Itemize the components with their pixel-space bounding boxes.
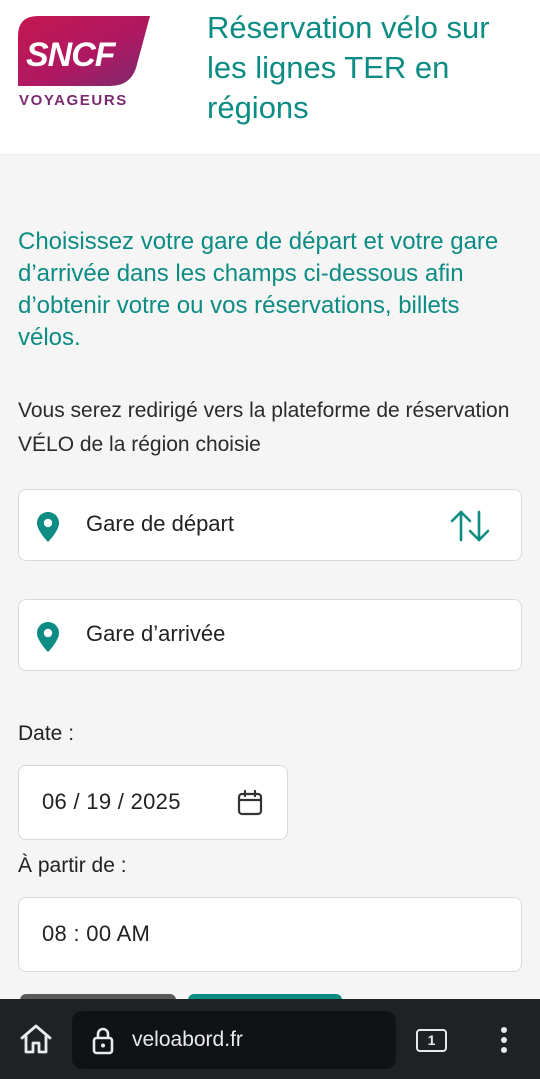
sncf-logo-mark: SNCF [18,16,150,86]
intro-text: Choisissez votre gare de départ et votre… [18,228,499,351]
url-text: veloabord.fr [132,1028,243,1051]
arrival-placeholder: Gare d’arrivée [86,621,226,646]
address-bar[interactable]: veloabord.fr [72,1011,396,1069]
sncf-logo[interactable]: SNCF VOYAGEURS [18,16,150,112]
redirect-note: Vous serez redirigé vers la plateforme d… [18,399,510,456]
home-icon[interactable] [19,1023,53,1055]
location-pin-icon [37,512,59,542]
menu-icon[interactable] [500,1026,508,1054]
date-label: Date : [18,722,75,745]
date-value: 06 / 19 / 2025 [42,789,181,814]
date-input[interactable]: 06 / 19 / 2025 [18,765,288,840]
departure-station-input[interactable]: Gare de départ [18,489,522,561]
location-pin-icon [37,622,59,652]
page-title: Réservation vélo sur les lignes TER en r… [207,10,490,125]
departure-placeholder: Gare de départ [86,511,234,536]
swap-arrows-icon[interactable] [449,508,491,544]
calendar-icon[interactable] [237,790,263,816]
logo-subtitle: VOYAGEURS [19,92,128,109]
time-value: 08 : 00 AM [42,921,151,946]
tabs-icon[interactable]: 1 [416,1029,447,1052]
svg-text:SNCF: SNCF [26,36,117,74]
browser-toolbar: veloabord.fr 1 [0,999,540,1079]
time-input[interactable]: 08 : 00 AM [18,897,522,972]
lock-icon [92,1027,114,1055]
site-header: SNCF VOYAGEURS Réservation vélo sur les … [0,0,540,155]
arrival-station-input[interactable]: Gare d’arrivée [18,599,522,671]
time-label: À partir de : [18,854,127,877]
